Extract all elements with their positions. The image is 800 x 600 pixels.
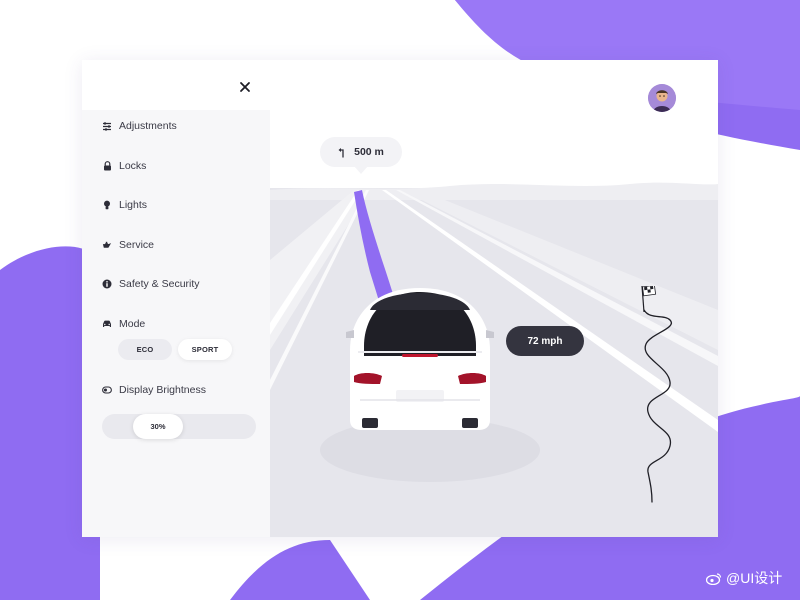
mode-label: Mode xyxy=(119,318,146,330)
avatar[interactable] xyxy=(648,84,676,112)
sidebar-item-lights[interactable]: Lights xyxy=(102,195,147,215)
lock-icon xyxy=(102,161,112,171)
sidebar: Adjustments Locks Lights Service Safety xyxy=(82,60,270,537)
sidebar-item-adjustments[interactable]: Adjustments xyxy=(102,116,177,136)
close-icon xyxy=(240,82,250,92)
toggle-icon xyxy=(102,385,112,395)
sidebar-item-label: Adjustments xyxy=(119,120,177,132)
weibo-icon xyxy=(706,572,722,585)
sidebar-item-safety-security[interactable]: Safety & Security xyxy=(102,274,200,294)
main-card: Adjustments Locks Lights Service Safety xyxy=(82,60,718,537)
turn-left-arrow-icon xyxy=(338,147,346,158)
sidebar-item-label: Locks xyxy=(119,160,147,172)
navigation-distance-badge: 500 m xyxy=(320,137,402,167)
user-avatar-icon xyxy=(648,84,676,112)
finish-flag-icon xyxy=(641,286,657,313)
car-front-icon xyxy=(102,319,112,329)
close-button[interactable] xyxy=(236,78,254,96)
bulb-icon xyxy=(102,200,112,210)
mode-eco-button[interactable]: ECO xyxy=(118,339,172,360)
brightness-label: Display Brightness xyxy=(119,384,206,396)
brightness-slider-knob[interactable]: 30% xyxy=(133,414,183,439)
sidebar-item-service[interactable]: Service xyxy=(102,235,154,255)
brightness-section-label: Display Brightness xyxy=(102,382,206,398)
watermark-text: @UI设计 xyxy=(726,570,783,586)
mode-section-label: Mode xyxy=(102,316,145,332)
sliders-icon xyxy=(102,121,112,131)
sidebar-item-locks[interactable]: Locks xyxy=(102,156,146,176)
bubble-pointer xyxy=(354,166,368,174)
car-illustration xyxy=(346,288,494,430)
mode-sport-button[interactable]: SPORT xyxy=(178,339,232,360)
oil-can-icon xyxy=(102,240,112,250)
sidebar-item-label: Safety & Security xyxy=(119,278,200,290)
map-view: 500 m 72 mph xyxy=(270,60,718,537)
sidebar-item-label: Lights xyxy=(119,199,148,211)
brightness-slider[interactable]: 30% xyxy=(102,414,256,439)
info-icon xyxy=(102,279,112,289)
watermark: @UI设计 xyxy=(706,568,782,588)
navigation-distance: 500 m xyxy=(354,146,384,158)
sidebar-item-label: Service xyxy=(119,239,155,251)
speed-indicator: 72 mph xyxy=(506,326,584,356)
route-overview xyxy=(641,286,673,503)
sidebar-header xyxy=(82,60,270,110)
